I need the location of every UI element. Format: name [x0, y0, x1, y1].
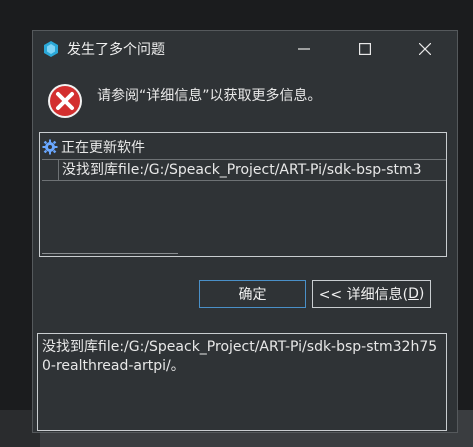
app-icon: [42, 40, 60, 58]
close-button[interactable]: [402, 31, 448, 66]
close-icon: [419, 42, 431, 55]
tree-item-root[interactable]: 正在更新软件: [42, 137, 145, 157]
tree-connector-line: [58, 160, 59, 180]
minimize-icon: [298, 43, 310, 55]
problem-tree[interactable]: 正在更新软件 没找到库file:/G:/Speack_Project/ART-P…: [39, 132, 447, 257]
maximize-icon: [359, 42, 371, 55]
titlebar[interactable]: 发生了多个问题: [33, 31, 457, 66]
tree-child-label: 没找到库file:/G:/Speack_Project/ART-Pi/sdk-b…: [62, 162, 422, 178]
minimize-button[interactable]: [281, 31, 327, 66]
maximize-button[interactable]: [342, 31, 388, 66]
tree-root-label: 正在更新软件: [61, 140, 145, 156]
tree-horizontal-scrollbar[interactable]: [42, 253, 178, 254]
ok-button[interactable]: 确定: [199, 280, 306, 308]
ok-button-label: 确定: [238, 287, 267, 303]
tree-item-child[interactable]: 没找到库file:/G:/Speack_Project/ART-Pi/sdk-b…: [42, 159, 446, 181]
details-text-area[interactable]: 没找到库file:/G:/Speack_Project/ART-Pi/sdk-b…: [37, 333, 447, 431]
gear-icon: [42, 139, 58, 155]
details-button-suffix: ): [418, 286, 425, 302]
dialog-title: 发生了多个问题: [67, 42, 165, 58]
details-button[interactable]: << 详细信息(D): [312, 280, 431, 308]
problem-dialog: 发生了多个问题 请参阅“详细信息”以获取更多信息。 正在更新软件 没找到库fil…: [32, 30, 458, 433]
dialog-message: 请参阅“详细信息”以获取更多信息。: [97, 88, 322, 104]
details-button-prefix: << 详细信息(: [318, 287, 409, 303]
error-icon: [47, 83, 83, 119]
details-button-mnemonic: D: [408, 286, 419, 302]
